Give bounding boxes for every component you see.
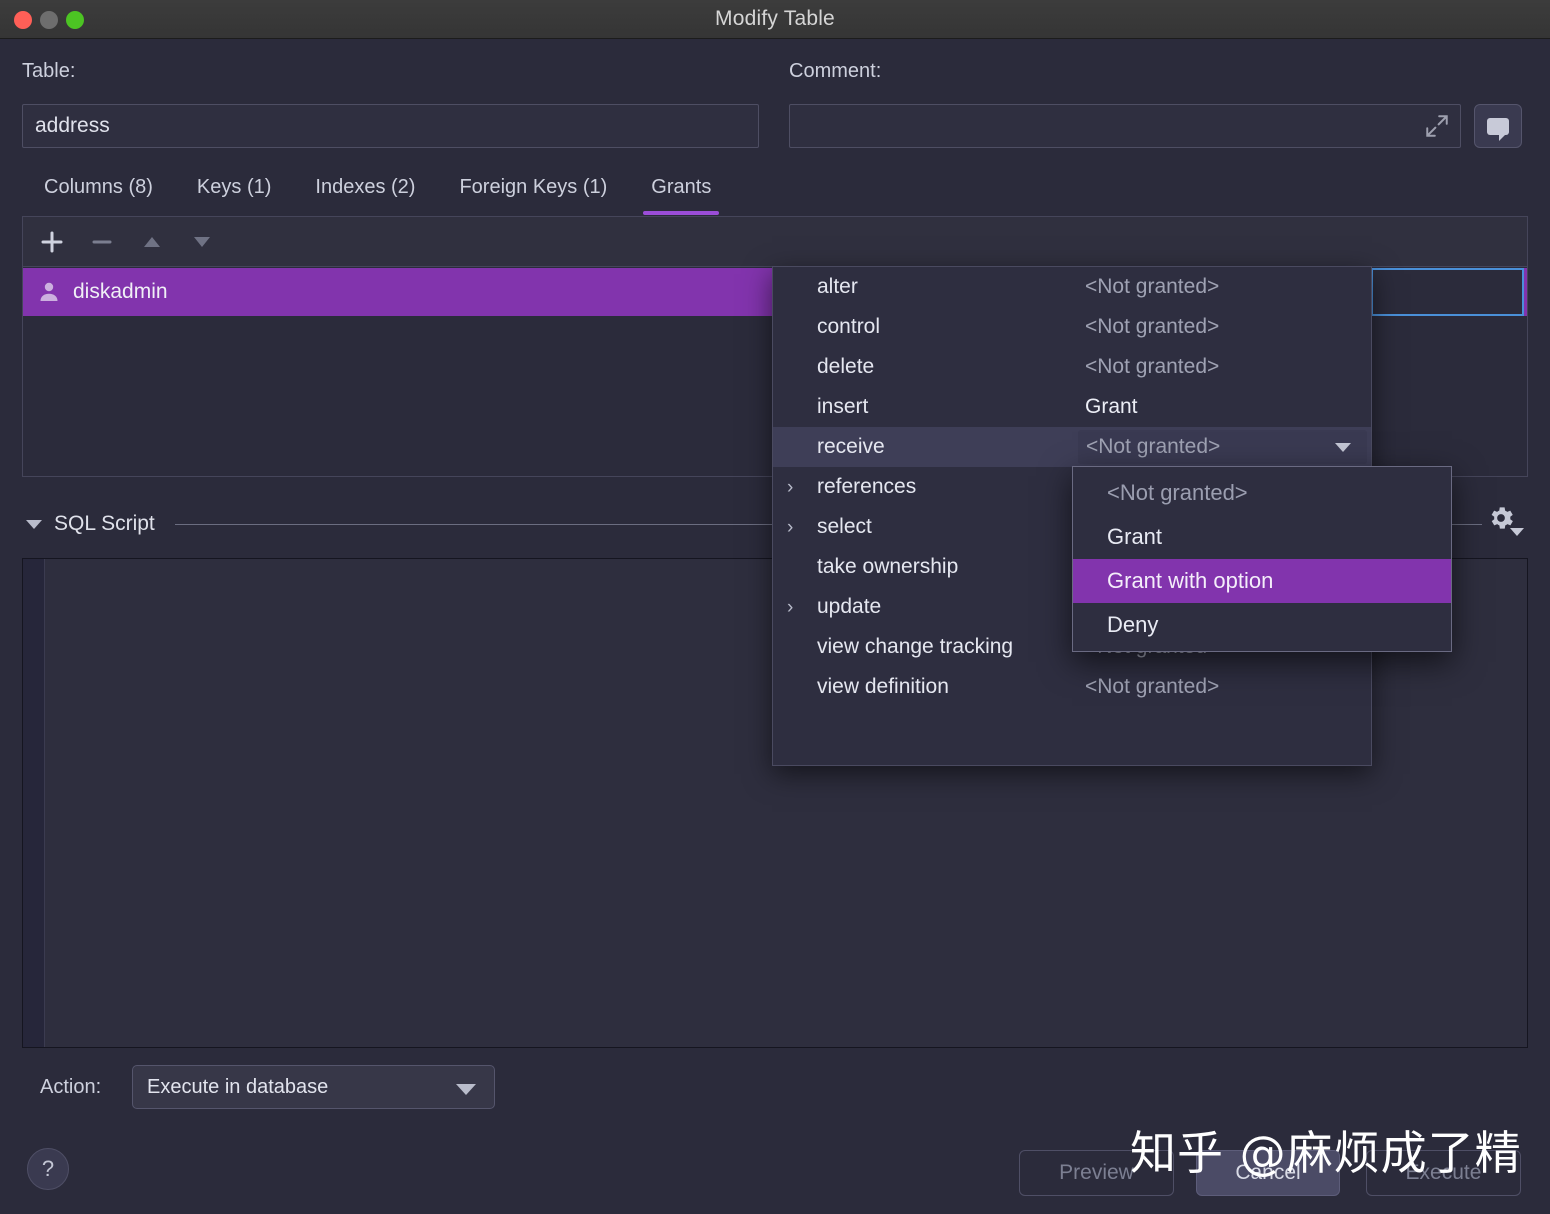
dropdown-option-grant-with-option[interactable]: Grant with option xyxy=(1073,559,1451,603)
permission-row-alter[interactable]: alter <Not granted> xyxy=(773,267,1371,307)
permission-value-combobox[interactable]: <Not granted> xyxy=(1078,430,1367,464)
comment-input[interactable] xyxy=(789,104,1461,148)
tab-foreign-keys[interactable]: Foreign Keys (1) xyxy=(437,172,629,215)
chevron-down-icon[interactable] xyxy=(1510,528,1524,536)
tab-keys[interactable]: Keys (1) xyxy=(175,172,293,215)
tab-columns[interactable]: Columns (8) xyxy=(22,172,175,215)
arrow-down-icon[interactable] xyxy=(187,227,217,257)
window-titlebar: Modify Table xyxy=(0,0,1550,39)
permission-name: references xyxy=(817,475,917,498)
permission-name: insert xyxy=(817,395,869,418)
permission-value: <Not granted> xyxy=(1086,435,1221,458)
close-window-button[interactable] xyxy=(14,10,32,29)
watermark: 知乎 @麻烦成了精 xyxy=(1130,1126,1522,1180)
permission-name: alter xyxy=(817,275,858,298)
traffic-lights xyxy=(14,0,84,39)
permission-value[interactable]: <Not granted> xyxy=(1085,315,1219,339)
permission-name: delete xyxy=(817,355,875,378)
comment-toggle-button[interactable] xyxy=(1474,104,1522,148)
tab-grants[interactable]: Grants xyxy=(629,172,733,215)
dropdown-option-grant[interactable]: Grant xyxy=(1073,515,1451,559)
grant-value-dropdown: <Not granted> Grant Grant with option De… xyxy=(1072,466,1452,652)
permission-row-receive[interactable]: receive <Not granted> xyxy=(773,427,1371,467)
zoom-window-button[interactable] xyxy=(66,10,84,29)
minus-icon[interactable] xyxy=(87,227,117,257)
permission-name: select xyxy=(817,515,872,538)
grantee-name: diskadmin xyxy=(73,280,168,303)
permission-name: view change tracking xyxy=(817,635,1014,658)
grants-toolbar xyxy=(23,217,1527,267)
editor-gutter xyxy=(23,559,45,1047)
permission-name: update xyxy=(817,595,882,618)
chevron-down-icon[interactable] xyxy=(1335,443,1351,452)
arrow-up-icon[interactable] xyxy=(137,227,167,257)
dropdown-option-deny[interactable]: Deny xyxy=(1073,603,1451,647)
permission-value[interactable]: <Not granted> xyxy=(1085,355,1219,379)
triangle-down-icon[interactable] xyxy=(26,519,42,529)
minimize-window-button[interactable] xyxy=(40,10,58,29)
chevron-down-icon[interactable] xyxy=(456,1084,476,1095)
tab-indexes[interactable]: Indexes (2) xyxy=(293,172,437,215)
action-select[interactable]: Execute in database xyxy=(132,1065,495,1109)
chevron-right-icon[interactable]: › xyxy=(787,518,793,537)
permission-name: control xyxy=(817,315,881,338)
expand-arrows-icon[interactable] xyxy=(1424,113,1450,139)
permission-value[interactable]: Grant xyxy=(1085,395,1138,419)
modify-table-dialog: Modify Table Table: Comment: Columns (8)… xyxy=(0,0,1550,1214)
permission-name: receive xyxy=(817,435,885,458)
permission-name: view definition xyxy=(817,675,949,698)
chevron-right-icon[interactable]: › xyxy=(787,478,793,497)
grant-value-focus-cell[interactable] xyxy=(1371,268,1524,316)
table-name-input[interactable] xyxy=(22,104,759,148)
plus-icon[interactable] xyxy=(37,227,67,257)
permission-value[interactable]: <Not granted> xyxy=(1085,275,1219,299)
permission-row-control[interactable]: control <Not granted> xyxy=(773,307,1371,347)
permission-row-delete[interactable]: delete <Not granted> xyxy=(773,347,1371,387)
speech-bubble-icon xyxy=(1487,117,1509,141)
entity-tabs: Columns (8) Keys (1) Indexes (2) Foreign… xyxy=(22,172,733,218)
action-label: Action: xyxy=(40,1076,102,1098)
table-label: Table: xyxy=(22,60,76,82)
user-icon xyxy=(40,282,58,301)
permission-value[interactable]: <Not granted> xyxy=(1085,675,1219,699)
permission-row-insert[interactable]: insert Grant xyxy=(773,387,1371,427)
help-button[interactable]: ? xyxy=(27,1148,69,1190)
sql-script-settings-button[interactable] xyxy=(1486,503,1526,537)
chevron-right-icon[interactable]: › xyxy=(787,598,793,617)
action-select-value: Execute in database xyxy=(147,1075,329,1098)
dropdown-option-not-granted[interactable]: <Not granted> xyxy=(1073,471,1451,515)
window-title: Modify Table xyxy=(715,7,835,30)
sql-script-title: SQL Script xyxy=(54,512,155,535)
permission-name: take ownership xyxy=(817,555,959,578)
permission-row-view-definition[interactable]: view definition <Not granted> xyxy=(773,667,1371,707)
comment-label: Comment: xyxy=(789,60,882,82)
